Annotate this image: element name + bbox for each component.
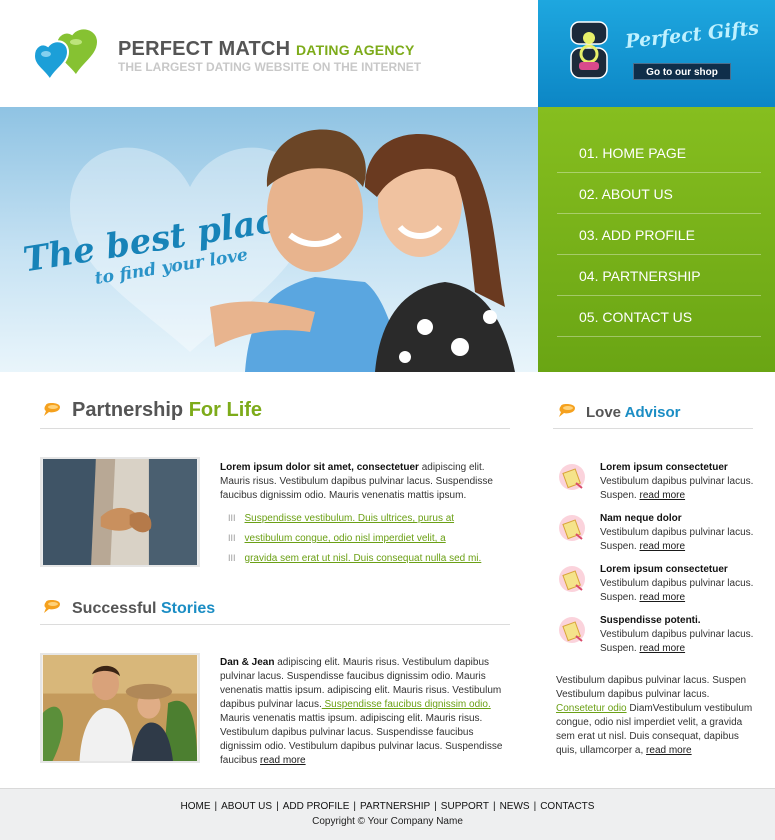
list-item: III vestibulum congue, odio nisl imperdie… (228, 533, 446, 544)
footer-link-news[interactable]: NEWS (500, 801, 530, 812)
love-letter-icon (559, 566, 585, 592)
footer-link-add-profile[interactable]: ADD PROFILE (283, 801, 350, 812)
nav-link-home[interactable]: 01. HOME PAGE (557, 132, 761, 174)
story-link[interactable]: Suspendisse faucibus dignissim odio. (322, 699, 491, 710)
love-letter-icon (559, 515, 585, 541)
perfect-gifts-banner: Perfect Gifts Go to our shop (538, 0, 775, 107)
stories-heading: Successful Stories (72, 600, 216, 617)
advisor-item-text: Lorem ipsum consectetuer Vestibulum dapib… (600, 564, 754, 604)
partnership-links: III Suspendisse vestibulum. Duis ultrices… (228, 510, 508, 570)
holding-hands-photo (40, 457, 200, 567)
go-to-shop-button[interactable]: Go to our shop (633, 63, 731, 80)
partnership-heading: Partnership For Life (72, 399, 263, 421)
nav-item-add-profile: 03. ADD PROFILE (557, 214, 761, 255)
couple-photo (210, 129, 515, 372)
brand-title[interactable]: PERFECT MATCH DATING AGENCY (118, 38, 415, 61)
gifts-title: Perfect Gifts (624, 17, 760, 53)
footer-link-support[interactable]: SUPPORT (441, 801, 489, 812)
advisor-bottom-text: Vestibulum dapibus pulvinar lacus. Suspe… (556, 675, 753, 756)
speech-bubble-icon (44, 402, 60, 416)
nav-item-home: 01. HOME PAGE (557, 132, 761, 173)
list-item: III gravida sem erat ut nisl. Duis conseq… (228, 553, 482, 564)
advisor-bottom-link[interactable]: Consetetur odio (556, 703, 627, 714)
nav-link-add-profile[interactable]: 03. ADD PROFILE (557, 214, 761, 256)
footer: HOME | ABOUT US | ADD PROFILE | PARTNERSHIP | SU… (0, 788, 775, 840)
couple-story-photo (40, 653, 200, 763)
divider (40, 428, 510, 429)
main-navigation: 01. HOME PAGE 02. ABOUT US 03. ADD PROFI… (538, 107, 775, 372)
advisor-read-more-link[interactable]: read more (639, 490, 685, 501)
footer-link-about[interactable]: ABOUT US (221, 801, 272, 812)
partnership-link[interactable]: Suspendisse vestibulum. Duis ultrices, p… (245, 513, 455, 524)
footer-link-partnership[interactable]: PARTNERSHIP (360, 801, 430, 812)
story-read-more-link[interactable]: read more (260, 755, 306, 766)
advisor-read-more-link[interactable]: read more (639, 643, 685, 654)
partnership-intro: Lorem ipsum dolor sit amet, consectetuer… (220, 462, 493, 501)
advisor-item-text: Nam neque dolor Vestibulum dapibus pulvin… (600, 513, 754, 553)
copyright: Copyright © Your Company Name (312, 816, 463, 827)
story-text: Dan & Jean adipiscing elit. Mauris risus… (220, 657, 503, 766)
nav-link-contact[interactable]: 05. CONTACT US (557, 296, 761, 338)
love-letter-icon (559, 464, 585, 490)
partnership-link[interactable]: gravida sem erat ut nisl. Duis consequat… (245, 553, 482, 564)
brand-accent: DATING AGENCY (296, 42, 415, 58)
advisor-item: Lorem ipsum consectetuer Vestibulum dapib… (556, 461, 756, 511)
divider (553, 428, 753, 429)
nav-item-about: 02. ABOUT US (557, 173, 761, 214)
advisor-item-text: Suspendisse potenti. Vestibulum dapibus p… (600, 615, 754, 655)
footer-link-contacts[interactable]: CONTACTS (540, 801, 594, 812)
footer-link-home[interactable]: HOME (181, 801, 211, 812)
nav-item-contact: 05. CONTACT US (557, 296, 761, 337)
hearts-logo-icon[interactable] (32, 26, 104, 82)
header: PERFECT MATCH DATING AGENCY THE LARGEST … (0, 0, 775, 107)
divider (40, 624, 510, 625)
footer-nav: HOME | ABOUT US | ADD PROFILE | PARTNERSHIP | SU… (180, 801, 595, 812)
advisor-heading: Love Advisor (586, 404, 681, 421)
speech-bubble-icon (44, 599, 60, 613)
advisor-item: Lorem ipsum consectetuer Vestibulum dapib… (556, 563, 756, 613)
list-item: III Suspendisse vestibulum. Duis ultrices… (228, 513, 455, 524)
ring-box-icon (570, 21, 608, 79)
advisor-read-more-link[interactable]: read more (639, 541, 685, 552)
nav-link-about[interactable]: 02. ABOUT US (557, 173, 761, 215)
nav-link-partnership[interactable]: 04. PARTNERSHIP (557, 255, 761, 297)
advisor-item-text: Lorem ipsum consectetuer Vestibulum dapib… (600, 462, 754, 502)
hero-banner: The best place to find your love (0, 107, 538, 372)
logo-area: PERFECT MATCH DATING AGENCY THE LARGEST … (0, 0, 538, 107)
advisor-item: Nam neque dolor Vestibulum dapibus pulvin… (556, 512, 756, 562)
advisor-item: Suspendisse potenti. Vestibulum dapibus p… (556, 614, 756, 664)
nav-item-partnership: 04. PARTNERSHIP (557, 255, 761, 296)
advisor-bottom-read-more-link[interactable]: read more (646, 745, 692, 756)
speech-bubble-icon (559, 403, 575, 417)
advisor-read-more-link[interactable]: read more (639, 592, 685, 603)
partnership-link[interactable]: vestibulum congue, odio nisl imperdiet v… (245, 533, 446, 544)
love-letter-icon (559, 617, 585, 643)
brand-subtitle: THE LARGEST DATING WEBSITE ON THE INTERN… (118, 60, 422, 74)
